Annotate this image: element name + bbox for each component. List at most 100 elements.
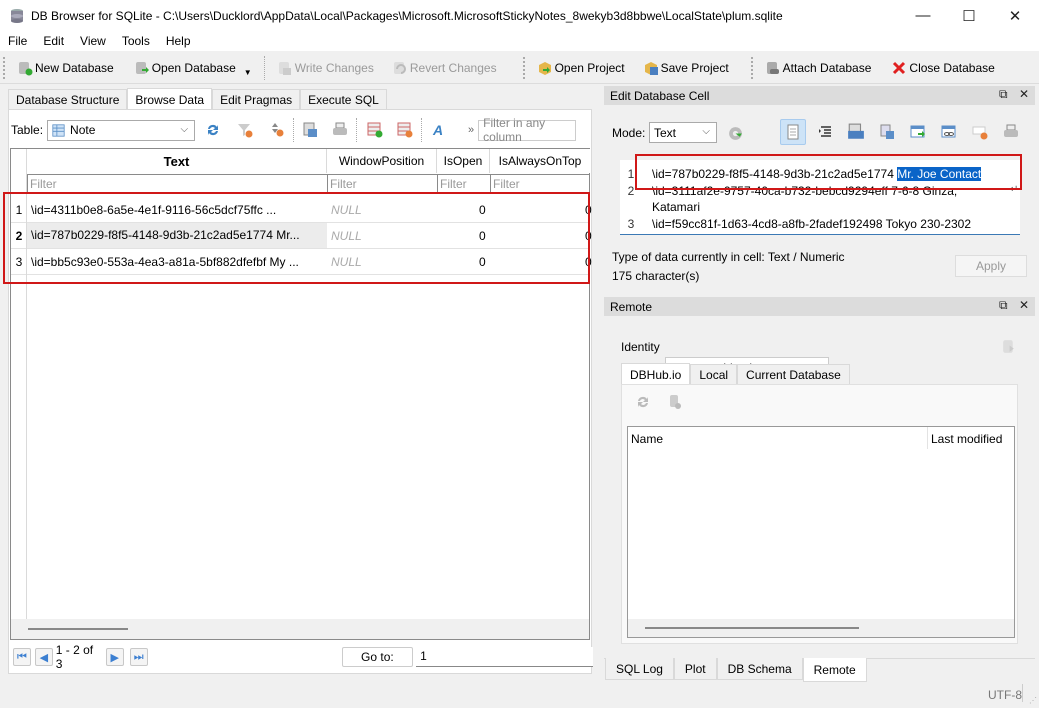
close-icon[interactable]: ✕ <box>1019 87 1029 101</box>
refresh-icon[interactable] <box>635 394 651 410</box>
clear-sorting-icon[interactable] <box>269 122 285 138</box>
write-changes-icon <box>278 61 291 75</box>
highlight-box <box>635 154 1022 190</box>
toolbar-grip[interactable] <box>522 56 526 79</box>
first-page-button[interactable]: ⏮ <box>13 648 31 666</box>
set-null-button[interactable] <box>905 119 931 145</box>
mode-select[interactable]: Text ⌵ <box>649 122 717 143</box>
filter-windowposition-input[interactable]: Filter <box>327 174 438 194</box>
encoding-status: UTF-8 <box>988 688 1022 702</box>
chevron-down-icon: ⌵ <box>702 126 710 137</box>
write-changes-button[interactable]: Write Changes <box>271 54 380 82</box>
print-icon[interactable] <box>332 122 348 138</box>
push-database-icon[interactable] <box>1000 338 1017 355</box>
column-header-text[interactable]: Text <box>27 149 327 173</box>
tab-db-schema[interactable]: DB Schema <box>716 658 803 680</box>
close-database-button[interactable]: Close Database <box>885 54 1000 82</box>
table-select[interactable]: Note ⌵ <box>47 119 196 141</box>
menu-help[interactable]: Help <box>158 34 199 48</box>
menu-edit[interactable]: Edit <box>35 34 72 48</box>
next-page-button[interactable]: ▶ <box>105 648 124 666</box>
horizontal-scrollbar[interactable] <box>11 619 589 639</box>
main-tabs: Database Structure Browse Data Edit Prag… <box>8 88 387 110</box>
dropdown-arrow-icon[interactable]: ▼ <box>244 68 252 77</box>
previous-page-button[interactable]: ◀ <box>34 648 53 666</box>
column-header-name[interactable]: Name <box>631 432 663 446</box>
close-icon[interactable]: ✕ <box>1019 298 1029 312</box>
filter-any-column-input[interactable]: Filter in any column <box>478 116 577 144</box>
export-icon <box>880 124 894 139</box>
edit-cell-title: Edit Database Cell <box>610 88 710 103</box>
tab-sql-log[interactable]: SQL Log <box>605 658 674 680</box>
goto-button[interactable]: Go to: <box>341 647 414 667</box>
font-format-icon[interactable]: A <box>432 122 448 138</box>
first-page-icon: ⏮ <box>16 650 27 663</box>
maximize-button[interactable]: ☐ <box>946 0 992 31</box>
chevron-down-icon: ⌵ <box>180 123 189 135</box>
horizontal-scrollbar[interactable] <box>628 619 1014 637</box>
link-icon <box>941 125 956 138</box>
remote-tabs: DBHub.io Local Current Database <box>621 363 850 385</box>
revert-changes-button[interactable]: Revert Changes <box>386 54 503 82</box>
toolbar-grip[interactable] <box>750 56 754 79</box>
tab-browse-data[interactable]: Browse Data <box>127 88 213 110</box>
title-bar: DB Browser for SQLite - C:\Users\Ducklor… <box>0 0 1039 31</box>
remote-header: Remote ⧉ ✕ <box>604 297 1035 316</box>
open-database-button[interactable]: Open Database ▼ <box>128 54 258 82</box>
identity-label: Identity <box>621 340 660 354</box>
float-icon[interactable]: ⧉ <box>999 298 1008 313</box>
column-header-isalwaysontop[interactable]: IsAlwaysOnTop <box>490 149 590 173</box>
scrollbar-thumb[interactable] <box>645 627 859 629</box>
tab-dbhub[interactable]: DBHub.io <box>621 363 691 385</box>
menu-view[interactable]: View <box>72 34 114 48</box>
minimize-button[interactable]: — <box>900 0 946 31</box>
tab-execute-sql[interactable]: Execute SQL <box>300 89 387 110</box>
float-icon[interactable]: ⧉ <box>999 87 1008 102</box>
menu-tools[interactable]: Tools <box>114 34 158 48</box>
goto-input[interactable]: 1 <box>416 647 593 667</box>
toolbar-grip[interactable] <box>3 56 6 79</box>
filter-isopen-input[interactable]: Filter <box>437 174 491 194</box>
save-project-button[interactable]: Save Project <box>637 54 735 82</box>
clone-database-icon[interactable] <box>667 394 683 410</box>
tab-current-database[interactable]: Current Database <box>737 364 850 385</box>
new-database-button[interactable]: New Database <box>11 54 120 82</box>
save-table-icon[interactable] <box>302 122 318 138</box>
window-title: DB Browser for SQLite - C:\Users\Ducklor… <box>31 8 783 23</box>
remote-list: Name Last modified <box>627 426 1015 638</box>
word-wrap-button[interactable] <box>780 119 806 145</box>
clear-filters-icon[interactable] <box>237 122 253 138</box>
set-null-icon <box>972 126 988 140</box>
auto-format-gear-icon[interactable] <box>727 125 744 142</box>
save-project-icon <box>644 61 658 75</box>
last-page-button[interactable]: ⏭ <box>129 648 148 666</box>
indent-button[interactable] <box>812 119 838 145</box>
tab-database-structure[interactable]: Database Structure <box>8 89 128 110</box>
tab-local[interactable]: Local <box>690 364 738 385</box>
export-button[interactable] <box>874 119 900 145</box>
refresh-icon[interactable] <box>205 122 221 138</box>
insert-record-icon[interactable] <box>367 122 383 138</box>
null-button[interactable] <box>967 119 993 145</box>
column-header-isopen[interactable]: IsOpen <box>437 149 490 173</box>
resize-grip-icon[interactable]: ⋰ <box>1029 696 1037 705</box>
scrollbar-thumb[interactable] <box>28 628 128 630</box>
attach-database-button[interactable]: Attach Database <box>759 54 878 82</box>
link-button[interactable] <box>936 119 962 145</box>
print-cell-button[interactable] <box>998 119 1024 145</box>
menu-file[interactable]: File <box>0 34 35 48</box>
column-header-windowposition[interactable]: WindowPosition <box>327 149 437 173</box>
delete-record-icon[interactable] <box>397 122 413 138</box>
more-icon[interactable]: » <box>468 124 474 136</box>
tab-edit-pragmas[interactable]: Edit Pragmas <box>212 89 301 110</box>
column-header-last-modified[interactable]: Last modified <box>931 432 1002 446</box>
filter-text-input[interactable]: Filter <box>27 174 328 194</box>
open-project-button[interactable]: Open Project <box>531 54 631 82</box>
close-window-button[interactable]: ✕ <box>992 0 1038 31</box>
dock-tabs: SQL Log Plot DB Schema Remote <box>605 658 867 682</box>
tab-plot[interactable]: Plot <box>673 658 717 680</box>
filter-isalwaysontop-input[interactable]: Filter <box>490 174 590 194</box>
import-button[interactable] <box>843 119 869 145</box>
tab-remote[interactable]: Remote <box>802 658 867 682</box>
apply-button[interactable]: Apply <box>955 255 1027 277</box>
